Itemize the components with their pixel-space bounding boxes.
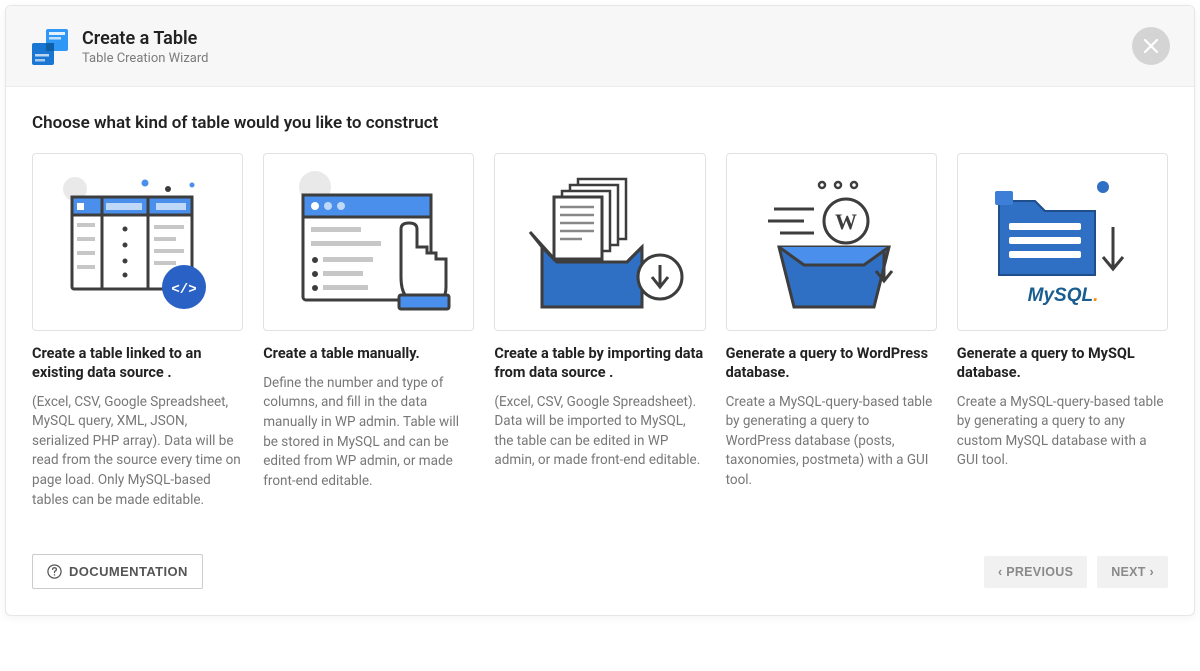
header-title: Create a Table — [82, 28, 208, 49]
card-import-illustration[interactable] — [494, 153, 705, 331]
next-label: NEXT — [1111, 565, 1146, 579]
wizard-header: Create a Table Table Creation Wizard — [6, 6, 1194, 87]
card-linked-source-illustration[interactable]: </> — [32, 153, 243, 331]
card-desc: (Excel, CSV, Google Spreadsheet). Data w… — [494, 393, 705, 471]
option-cards: </> Create a table linked to an existing… — [32, 153, 1168, 510]
header-subtitle: Table Creation Wizard — [82, 51, 208, 66]
svg-text:W: W — [835, 209, 857, 234]
close-button[interactable] — [1132, 27, 1170, 65]
card-desc: Create a MySQL-query-based table by gene… — [957, 393, 1168, 471]
card-mysql-query-illustration[interactable]: MySQL. — [957, 153, 1168, 331]
card-desc: Create a MySQL-query-based table by gene… — [726, 393, 937, 491]
app-logo-icon — [32, 29, 68, 65]
card-title: Create a table by importing data from da… — [494, 345, 705, 383]
card-manual: Create a table manually. Define the numb… — [263, 153, 474, 510]
section-title: Choose what kind of table would you like… — [32, 113, 1168, 133]
card-title: Create a table linked to an existing dat… — [32, 345, 243, 383]
documentation-button[interactable]: DOCUMENTATION — [32, 554, 203, 589]
card-desc: (Excel, CSV, Google Spreadsheet, MySQL q… — [32, 393, 243, 510]
previous-label: PREVIOUS — [1006, 565, 1073, 579]
documentation-label: DOCUMENTATION — [69, 564, 188, 579]
card-title: Create a table manually. — [263, 345, 474, 364]
previous-button[interactable]: ‹ PREVIOUS — [984, 556, 1087, 588]
wizard-body: Choose what kind of table would you like… — [6, 87, 1194, 615]
help-icon — [47, 564, 62, 579]
card-wordpress-query-illustration[interactable]: W — [726, 153, 937, 331]
svg-text:MySQL.: MySQL. — [1028, 285, 1099, 306]
card-title: Generate a query to MySQL database. — [957, 345, 1168, 383]
card-manual-illustration[interactable] — [263, 153, 474, 331]
nav-buttons: ‹ PREVIOUS NEXT › — [984, 556, 1168, 588]
wizard-modal: Create a Table Table Creation Wizard Cho… — [5, 5, 1195, 616]
chevron-right-icon: › — [1150, 565, 1154, 579]
card-desc: Define the number and type of columns, a… — [263, 374, 474, 491]
next-button[interactable]: NEXT › — [1097, 556, 1168, 588]
card-linked-source: </> Create a table linked to an existing… — [32, 153, 243, 510]
wizard-footer: DOCUMENTATION ‹ PREVIOUS NEXT › — [32, 536, 1168, 593]
card-title: Generate a query to WordPress database. — [726, 345, 937, 383]
card-mysql-query: MySQL. Generate a query to MySQL databas… — [957, 153, 1168, 510]
svg-text:</>: </> — [171, 282, 196, 298]
chevron-left-icon: ‹ — [998, 565, 1002, 579]
header-titles: Create a Table Table Creation Wizard — [82, 28, 208, 66]
card-wordpress-query: W Generate a query to WordPress database… — [726, 153, 937, 510]
close-icon — [1144, 39, 1158, 53]
card-import: Create a table by importing data from da… — [494, 153, 705, 510]
